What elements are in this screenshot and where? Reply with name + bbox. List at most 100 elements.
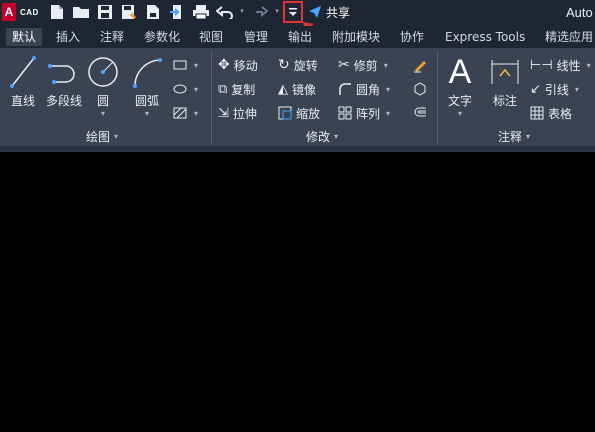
ellipse-icon [173,84,187,94]
move-label: 移动 [233,58,258,73]
scale-label: 缩放 [296,106,321,121]
leader-dropdown-icon[interactable]: ▾ [575,85,579,94]
new-file-icon[interactable] [48,3,66,21]
table-tool-button[interactable]: 表格 [530,104,572,122]
dimension-icon [491,60,519,84]
mirror-label: 镜像 [292,82,317,97]
export-icon[interactable] [168,3,186,21]
send-icon [309,6,321,18]
tab-featured-apps[interactable]: 精选应用 [545,28,593,46]
tab-collaborate[interactable]: 协作 [400,28,424,46]
rotate-label: 旋转 [293,58,318,73]
annotation-panel-label[interactable]: 注释 ▾ [498,128,530,145]
annotation-panel-dropdown-icon: ▾ [526,132,531,141]
scale-tool-button[interactable]: 缩放 [278,104,320,122]
arc-dropdown-icon[interactable]: ▾ [145,110,149,118]
text-dropdown-icon[interactable]: ▾ [458,110,462,118]
rectangle-dropdown-icon[interactable]: ▾ [194,61,198,70]
rectangle-icon [173,60,187,70]
copy-tool-button[interactable]: ⧉ 复制 [218,80,255,98]
tab-manage[interactable]: 管理 [244,28,268,46]
offset-tool-button[interactable] [412,104,428,122]
redo-icon[interactable] [250,3,268,21]
tab-default[interactable]: 默认 [6,28,43,46]
leader-tool-button[interactable]: ↙ 引线 ▾ [530,80,579,98]
array-icon [338,106,352,120]
trim-dropdown-icon[interactable]: ▾ [384,61,388,70]
ellipse-tool-button[interactable]: ▾ [172,80,198,98]
rotate-icon: ↻ [278,57,290,73]
save-icon[interactable] [96,3,114,21]
circle-dropdown-icon[interactable]: ▾ [101,110,105,118]
app-title: Auto [566,5,593,20]
array-dropdown-icon[interactable]: ▾ [386,109,390,118]
array-label: 阵列 [356,106,381,121]
polyline-tool-label: 多段线 [45,94,82,108]
tab-insert[interactable]: 插入 [56,28,80,46]
move-icon: ✥ [218,57,230,73]
line-tool-label: 直线 [10,94,35,108]
erase-tool-button[interactable] [412,56,428,74]
tab-express-tools[interactable]: Express Tools [445,28,525,46]
fillet-icon [339,83,351,95]
line-tool-button[interactable]: 直线 [8,54,38,109]
modify-panel-dropdown-icon: ▾ [334,132,339,141]
dimension-tool-button[interactable]: 标注 [488,54,522,109]
tab-output[interactable]: 输出 [288,28,312,46]
tab-view[interactable]: 视图 [199,28,223,46]
drawing-canvas[interactable] [0,152,595,432]
modify-panel-title: 修改 [306,130,331,144]
hatch-dropdown-icon[interactable]: ▾ [194,109,198,118]
fillet-tool-button[interactable]: 圆角 ▾ [338,80,390,98]
logo-sub: CAD [20,7,39,17]
linear-label: 线性 [556,58,581,73]
tab-annotate[interactable]: 注释 [100,28,124,46]
draw-panel-title: 绘图 [86,130,111,144]
polyline-tool-button[interactable]: 多段线 [44,54,84,109]
print-icon[interactable] [192,3,210,21]
rectangle-tool-button[interactable]: ▾ [172,56,198,74]
copy-icon: ⧉ [218,81,228,97]
app-logo[interactable]: A CAD [2,2,42,22]
circle-tool-label: 圆 [96,94,109,108]
arc-icon [133,58,162,88]
stretch-tool-button[interactable]: ⇲ 拉伸 [218,104,257,122]
draw-panel-label[interactable]: 绘图 ▾ [86,128,118,145]
undo-dropdown-icon[interactable]: ▾ [238,7,246,15]
save-as-icon[interactable] [120,3,138,21]
undo-icon[interactable] [216,3,234,21]
trim-tool-button[interactable]: ✂ 修剪 ▾ [338,56,388,74]
linear-dropdown-icon[interactable]: ▾ [587,61,591,70]
save-to-web-icon[interactable] [144,3,162,21]
hatch-tool-button[interactable]: ▾ [172,104,198,122]
tab-addins[interactable]: 附加模块 [332,28,380,46]
mirror-tool-button[interactable]: ◭ 镜像 [278,80,316,98]
modify-panel-label[interactable]: 修改 ▾ [306,128,338,145]
arc-tool-button[interactable]: 圆弧 ▾ [130,54,164,118]
explode-tool-button[interactable] [412,80,428,98]
linear-tool-button[interactable]: ⊢⊣ 线性 ▾ [530,56,591,74]
text-tool-button[interactable]: A 文字 ▾ [448,54,472,118]
leader-label: 引线 [544,82,569,97]
circle-tool-button[interactable]: 圆 ▾ [86,54,120,118]
trim-label: 修剪 [353,58,378,73]
array-tool-button[interactable]: 阵列 ▾ [338,104,390,122]
rotate-tool-button[interactable]: ↻ 旋转 [278,56,318,74]
draw-panel-dropdown-icon: ▾ [114,132,119,141]
open-folder-icon[interactable] [72,3,90,21]
fillet-label: 圆角 [356,82,381,97]
tab-parametric[interactable]: 参数化 [144,28,180,46]
fillet-dropdown-icon[interactable]: ▾ [386,85,390,94]
panel-divider [437,52,438,144]
table-icon [530,106,544,120]
move-tool-button[interactable]: ✥ 移动 [218,56,258,74]
text-tool-label: 文字 [448,94,473,108]
offset-icon [414,107,426,117]
scissors-icon: ✂ [338,57,350,73]
ellipse-dropdown-icon[interactable]: ▾ [194,85,198,94]
leader-icon: ↙ [530,81,541,97]
redo-dropdown-icon[interactable]: ▾ [273,7,281,15]
mirror-icon: ◭ [278,81,288,97]
logo-letter: A [2,3,16,21]
ribbon-tabs: 默认 插入 注释 参数化 视图 管理 输出 附加模块 协作 Express To… [0,26,595,48]
